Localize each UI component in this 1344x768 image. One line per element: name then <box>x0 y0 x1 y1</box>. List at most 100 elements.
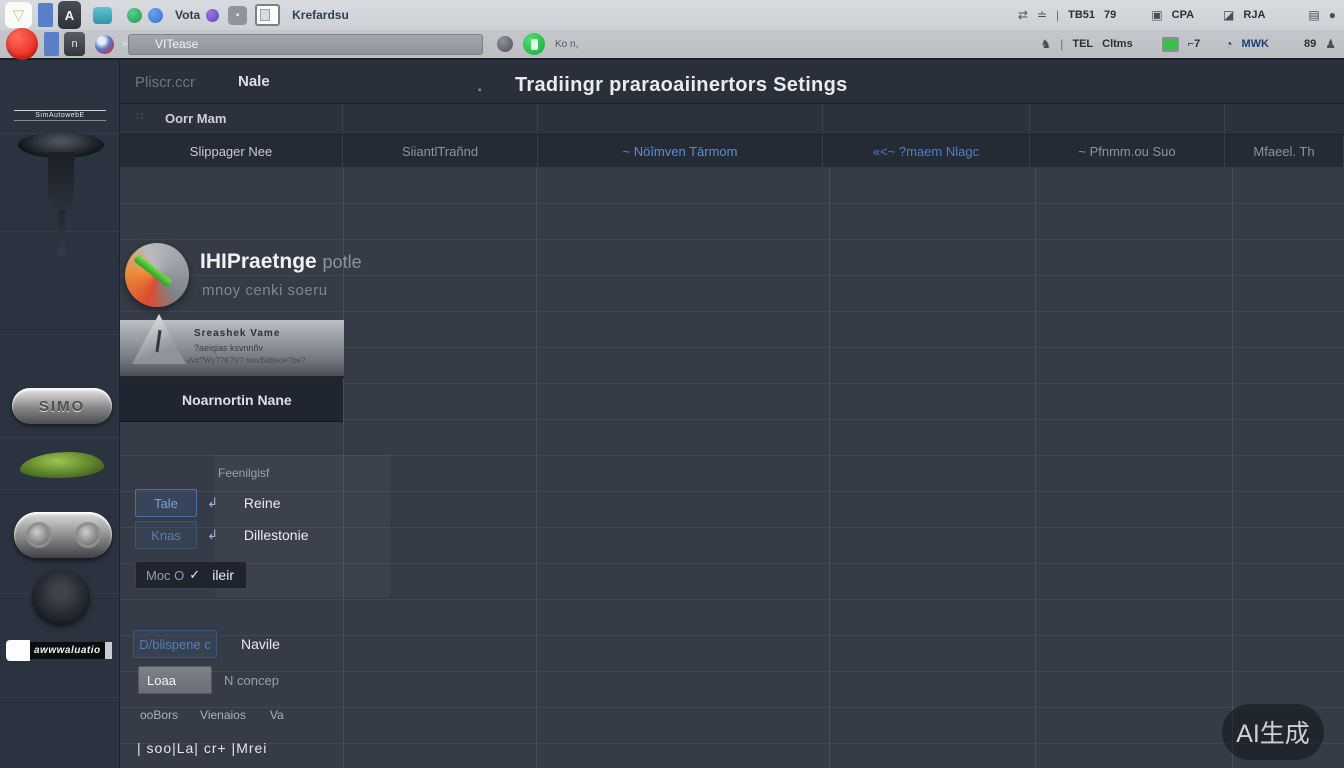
separator: | <box>1056 8 1059 22</box>
sidebar-item-leaf-icon[interactable] <box>20 452 104 478</box>
breadcrumb-strong[interactable]: Nale <box>238 73 270 90</box>
status-79: 79 <box>1104 9 1116 21</box>
green-screen-icon[interactable] <box>1162 37 1179 52</box>
record-button[interactable] <box>6 28 38 60</box>
run-glyph-icon <box>531 39 538 50</box>
grid-vline <box>829 168 830 768</box>
blue-status-icon[interactable] <box>148 8 163 23</box>
warning-line-1: Sreashek Vame <box>194 328 280 339</box>
funnel-stem-icon <box>48 152 74 214</box>
check-icon: ✓ <box>189 567 200 583</box>
info-name-row[interactable]: Noarnortin Nane <box>120 378 343 422</box>
grid-vline <box>536 168 537 768</box>
sub-header-row[interactable]: ∷ Oorr Mam <box>120 104 1344 135</box>
column-header-slippage[interactable]: Slippager Nee <box>120 135 343 167</box>
knight-icon[interactable]: ♞ <box>1040 37 1051 51</box>
column-header-start[interactable]: SiiantlTrañnd <box>343 135 538 167</box>
tag-label: awwwaluatio <box>30 642 105 659</box>
sidebar-divider <box>0 334 120 335</box>
run-button[interactable] <box>523 33 545 55</box>
product-title: IHIPraetnge potle <box>200 250 362 274</box>
sidebar-item-gear-icon[interactable] <box>32 570 90 626</box>
tale-chip-button[interactable]: Tale <box>135 489 197 517</box>
subrow-cell <box>823 104 1030 134</box>
vienaios-label: Vienaios <box>200 708 246 722</box>
subrow-cell <box>1030 104 1225 134</box>
app-window: SimAutowebE SIMO awwwaluatio Pliscr.ccr … <box>0 60 1344 768</box>
sidebar-item-tag[interactable]: awwwaluatio <box>6 640 112 661</box>
navile-label: Navile <box>241 636 280 652</box>
breadcrumb-muted: Pliscr.ccr <box>135 74 195 91</box>
toolbar-label: Ko n, <box>555 39 578 50</box>
moc-chip-label: Moc O <box>146 568 184 583</box>
funnel-tail-icon <box>58 210 65 256</box>
app-logo-icon[interactable]: ▽ <box>5 2 32 28</box>
pawn-icon[interactable]: ♟ <box>1325 37 1336 51</box>
clock-icon[interactable]: ◔ <box>1225 37 1232 51</box>
status-tel: TEL <box>1072 38 1093 50</box>
tag-cap-icon <box>105 642 112 659</box>
green-status-icon[interactable] <box>127 8 142 23</box>
sidebar-divider <box>0 489 120 490</box>
pointer-icon: » <box>122 38 128 50</box>
product-logo-icon <box>125 243 189 307</box>
address-input[interactable] <box>128 34 483 55</box>
status-cluster-1: ⇄ ≐ | TB51 79 ▣ CPA ◪ RJA ▤ ● <box>1018 0 1336 30</box>
column-header-last[interactable]: Mfaeel. Th <box>1225 135 1344 167</box>
ileir-label: ileir <box>212 567 234 583</box>
globe-icon[interactable] <box>95 35 114 54</box>
diligence-chip-button[interactable]: D/blispene c <box>133 630 217 658</box>
product-title-suffix: potle <box>323 252 362 272</box>
table-header-row: Slippager Nee SiiantlTrañnd ~ Nöîmven Tā… <box>120 135 1344 168</box>
status-mwk: MWK <box>1241 38 1269 50</box>
separator-2: | <box>1060 37 1063 51</box>
moc-chip-button[interactable]: Moc O ✓ ileir <box>135 561 247 589</box>
sidebar-item-capsule-icon[interactable] <box>14 512 112 558</box>
mail-icon[interactable]: ▤ <box>1308 8 1319 22</box>
form-row-moc: Moc O ✓ ileir <box>135 561 247 589</box>
product-title-text: IHIPraetnge <box>200 250 317 273</box>
purple-status-icon[interactable] <box>206 9 219 22</box>
form-row-knas: Knas ↲ Dillestonie <box>135 521 309 549</box>
teal-app-icon[interactable] <box>93 7 112 24</box>
window-icon[interactable] <box>255 4 280 26</box>
form-row-bottom: | soo|La| cr+ |Mrei <box>137 740 267 756</box>
approx-icon[interactable]: ≐ <box>1037 8 1047 22</box>
sidebar-item-simo-badge[interactable]: SIMO <box>12 388 112 424</box>
dark-n-icon[interactable]: n <box>64 32 85 56</box>
section-label: Feenilgisf <box>218 466 269 480</box>
screen: ▽ A Vota ▪ Krefardsu ⇄ ≐ | TB51 79 ▣ CPA… <box>0 0 1344 768</box>
dock-divider-icon <box>38 3 53 27</box>
app-a-icon[interactable]: A <box>58 1 81 29</box>
menu-item-vota[interactable]: Vota <box>175 8 200 22</box>
form-row-tale: Tale ↲ Reine <box>135 489 281 517</box>
page-title: Tradiingr praraoaiinertors Setings <box>515 74 848 97</box>
address-bar-wrap: » <box>114 34 483 55</box>
circle-tool-icon[interactable] <box>497 36 513 52</box>
warning-triangle-icon <box>132 314 186 364</box>
status-rja: RJA <box>1243 9 1265 21</box>
camera-icon[interactable]: ▣ <box>1151 8 1162 22</box>
column-header-maem[interactable]: «<~ ?maem Nlagc <box>823 135 1030 167</box>
warning-mark-icon <box>155 330 161 352</box>
logo-stripe-icon <box>133 254 173 287</box>
arrows-icon[interactable]: ⇄ <box>1018 8 1028 22</box>
return-icon: ↲ <box>207 527 218 543</box>
sidebar-item-sim-label[interactable]: SimAutowebE <box>14 110 106 121</box>
capsule-ring-icon <box>75 522 101 548</box>
loaa-input[interactable] <box>138 666 212 694</box>
tag-square-icon <box>6 640 30 661</box>
window-title: Krefardsu <box>292 8 349 22</box>
gray-box-icon[interactable]: ▪ <box>228 6 247 25</box>
subrow-cell <box>538 104 823 134</box>
chart-icon[interactable]: ◪ <box>1223 8 1234 22</box>
left-sidebar: SimAutowebE SIMO awwwaluatio <box>0 60 120 768</box>
status-cpa: CPA <box>1172 9 1194 21</box>
chrome-row-1: ▽ A Vota ▪ Krefardsu ⇄ ≐ | TB51 79 ▣ CPA… <box>0 0 1344 30</box>
knas-chip-button[interactable]: Knas <box>135 521 197 549</box>
warning-banner[interactable]: Sreashek Vame ?aeiqias ksvnnñv -/v#?Wy??… <box>120 320 344 378</box>
top-chrome-bar: ▽ A Vota ▪ Krefardsu ⇄ ≐ | TB51 79 ▣ CPA… <box>0 0 1344 60</box>
column-header-nominven[interactable]: ~ Nöîmven Tārmom <box>538 135 823 167</box>
status-89: 89 <box>1304 38 1316 50</box>
column-header-premium[interactable]: ~ Pfnmm.ou Suo <box>1030 135 1225 167</box>
